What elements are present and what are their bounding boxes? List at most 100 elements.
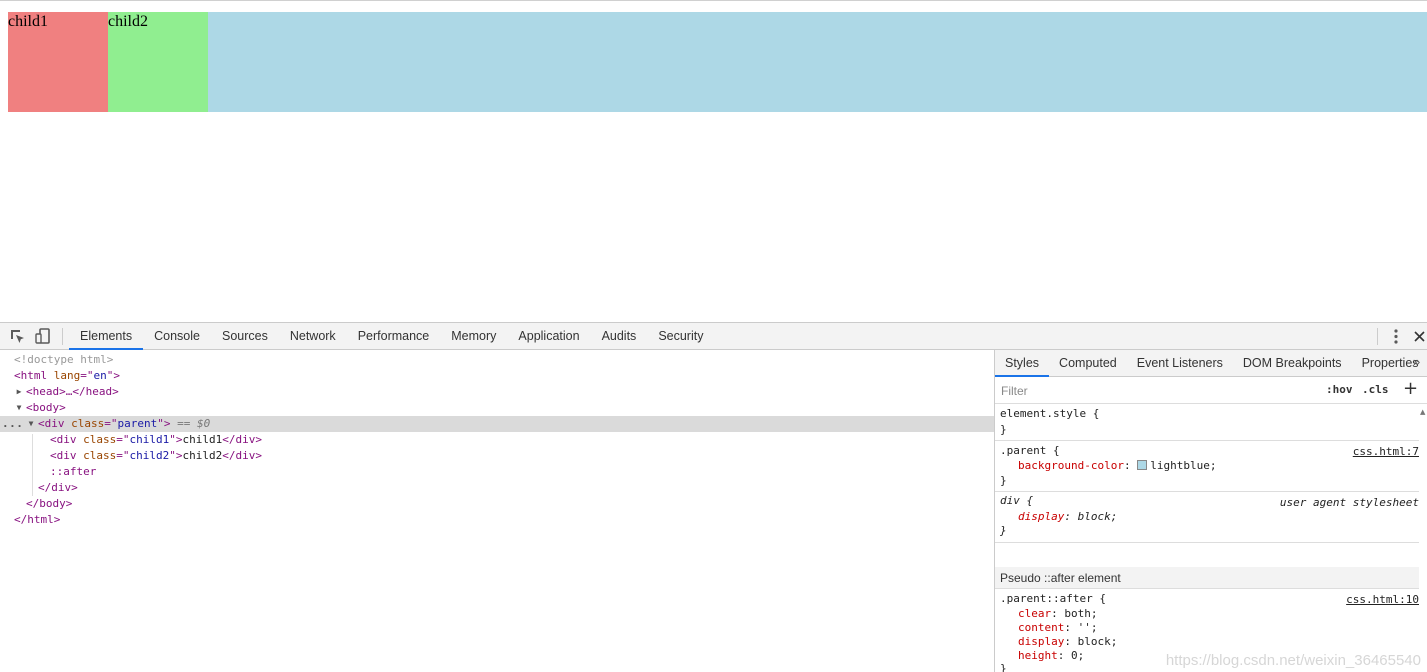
more-tabs-icon[interactable]: » [1413,354,1420,369]
div-close-tag: </div> [222,449,262,462]
user-agent-label: user agent stylesheet [1279,496,1419,509]
expand-triangle-icon[interactable]: ▶ [14,384,24,400]
rule-declaration[interactable]: clear: both; [1018,607,1098,621]
cls-button[interactable]: .cls [1362,383,1389,396]
tab-network[interactable]: Network [279,323,347,350]
class-attr: class [76,449,117,462]
div-tag: <div [50,449,77,462]
quote-close: "> [169,449,183,462]
body-open-text: <body> [26,401,66,414]
dom-html-open[interactable]: <html lang="en"> [0,368,994,384]
child2-div-text: <div class="child2">child2</div> [50,448,262,464]
tab-audits[interactable]: Audits [591,323,648,350]
eq-quote: =" [116,433,130,446]
html-open-close: "> [106,369,120,382]
inspect-element-icon[interactable] [8,327,26,345]
rule-declaration[interactable]: display: block; [1018,635,1117,649]
styles-scrollbar[interactable] [1419,406,1427,672]
tab-security[interactable]: Security [647,323,714,350]
dom-parent-div[interactable]: ... ▼ <div class="parent"> == $0 [0,416,994,432]
parent-div: child1 child2 [8,12,1427,112]
device-toolbar-icon[interactable] [34,327,52,345]
rule-selector: element.style { [1000,407,1100,420]
more-actions-icon[interactable]: ... [2,416,23,432]
parent-rule[interactable]: .parent { css.html:7 background-color: l… [995,441,1425,492]
child1-text: child1 [8,13,48,30]
filter-row: :hov .cls + [995,377,1427,404]
rule-declaration[interactable]: content: ''; [1018,621,1097,635]
dom-head[interactable]: ▶ <head>…</head> [0,384,994,400]
rule-selector: .parent::after { [1000,592,1106,605]
dom-after-pseudo[interactable]: ::after [0,464,994,480]
child2-class-value: child2 [129,449,170,462]
hov-button[interactable]: :hov [1326,383,1353,396]
element-style-rule[interactable]: element.style { } [995,405,1425,441]
tab-performance[interactable]: Performance [347,323,441,350]
prop-name: content [1018,621,1065,634]
prop-value: lightblue; [1150,459,1217,472]
quote-close: "> [157,417,171,430]
child1-class-value: child1 [129,433,170,446]
rule-close: } [1000,524,1007,537]
prop-name: display [1018,510,1065,523]
eq-quote: =" [116,449,130,462]
dom-child1-div[interactable]: <div class="child1">child1</div> [0,432,994,448]
source-link[interactable]: css.html:10 [1346,593,1419,607]
close-devtools-icon[interactable] [1412,327,1427,346]
rule-declaration[interactable]: display: block; [1018,510,1117,524]
tab-application[interactable]: Application [507,323,590,350]
add-rule-button[interactable]: + [1403,378,1418,399]
dom-div-close[interactable]: </div> [0,480,994,496]
tab-elements[interactable]: Elements [69,323,144,350]
dom-child2-div[interactable]: <div class="child2">child2</div> [0,448,994,464]
parent-div-text: <div class="parent"> == $0 [38,416,210,432]
child2-text: child2 [108,13,148,30]
dom-body-open[interactable]: ▼ <body> [0,400,994,416]
div-ua-rule[interactable]: div { user agent stylesheet display: blo… [995,492,1425,543]
dom-doctype[interactable]: <!doctype html> [0,352,994,368]
rule-declaration[interactable]: background-color: lightblue; [1018,459,1216,473]
child1-div-text: <div class="child1">child1</div> [50,432,262,448]
collapse-triangle-icon[interactable]: ▼ [26,416,36,432]
class-attr: class [76,433,117,446]
collapse-triangle-icon[interactable]: ▼ [14,400,24,416]
rule-selector: .parent { [1000,444,1060,457]
lang-value: en [93,369,107,382]
toolbar-divider [62,328,63,345]
tab-memory[interactable]: Memory [440,323,507,350]
prop-name: height [1018,649,1058,662]
prop-value: both; [1064,607,1098,620]
tab-console[interactable]: Console [143,323,211,350]
tab-dom-breakpoints[interactable]: DOM Breakpoints [1233,350,1352,377]
tab-computed[interactable]: Computed [1049,350,1127,377]
rule-close: } [1000,474,1007,487]
sidebar-tabs: Styles Computed Event Listeners DOM Brea… [995,350,1427,377]
rule-declaration[interactable]: height: 0; [1018,649,1084,663]
child2-node-text: child2 [182,449,223,462]
color-swatch[interactable] [1137,460,1148,470]
div-close-text: </div> [38,481,78,494]
child1-node-text: child1 [182,433,223,446]
tab-sources[interactable]: Sources [211,323,279,350]
prop-name: display [1018,635,1065,648]
tab-styles[interactable]: Styles [995,350,1050,377]
div-tag: <div [50,433,77,446]
tab-event-listeners[interactable]: Event Listeners [1127,350,1233,377]
scroll-up-arrow-icon[interactable]: ▲ [1420,408,1425,416]
child2-box: child2 [108,12,208,112]
prop-value: block; [1077,635,1118,648]
more-options-icon[interactable] [1386,327,1406,346]
source-link[interactable]: css.html:7 [1353,445,1419,459]
body-close-text: </body> [26,497,73,510]
dom-html-close[interactable]: </html> [0,512,994,528]
toolbar-divider-right [1377,328,1378,345]
prop-name: background-color [1018,459,1124,472]
rule-close: } [1000,662,1007,672]
after-pseudo-text: ::after [50,465,97,478]
div-tag: <div [38,417,65,430]
pseudo-element-header: Pseudo ::after element [995,567,1425,589]
filter-input[interactable] [999,381,1315,400]
dom-body-close[interactable]: </body> [0,496,994,512]
head-text: <head>…</head> [26,385,119,398]
div-close-tag: </div> [222,433,262,446]
